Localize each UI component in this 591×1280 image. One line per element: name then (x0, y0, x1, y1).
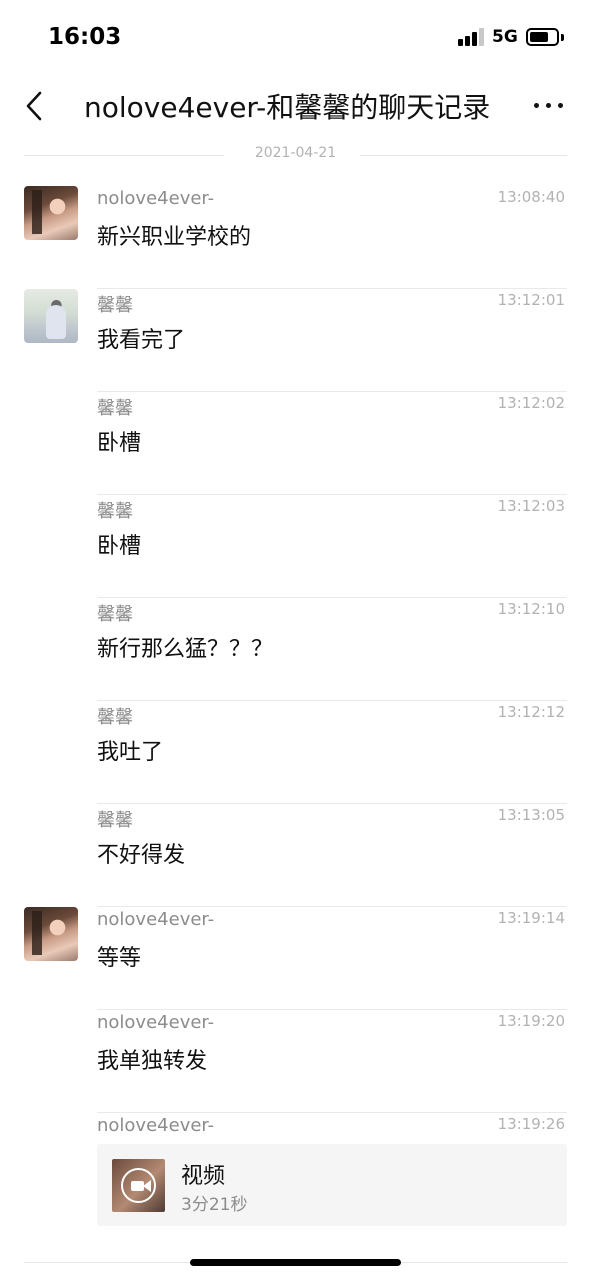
chat-message[interactable]: 馨馨 13:12:01 我看完了 (0, 289, 591, 392)
nav-bar: nolove4ever-和馨馨的聊天记录 (0, 72, 591, 138)
message-time: 13:12:03 (497, 497, 565, 515)
message-text: 卧槽 (97, 431, 142, 456)
chat-message[interactable]: 馨馨 13:12:03 卧槽 (0, 495, 591, 598)
video-title: 视频 (181, 1164, 226, 1189)
sender-name: 馨馨 (97, 604, 133, 625)
sender-name: 馨馨 (97, 810, 133, 831)
message-time: 13:19:14 (497, 909, 565, 927)
video-camera-icon (121, 1168, 156, 1203)
video-duration: 3分21秒 (181, 1195, 248, 1215)
chat-message[interactable]: 馨馨 13:12:10 新行那么猛？？？ (0, 598, 591, 701)
chat-message[interactable]: nolove4ever- 13:19:20 我单独转发 (0, 1010, 591, 1113)
sender-name: 馨馨 (97, 295, 133, 316)
chat-message[interactable]: 馨馨 13:12:02 卧槽 (0, 392, 591, 495)
date-divider: 2021-04-21 (24, 144, 567, 166)
message-text: 我单独转发 (97, 1049, 208, 1074)
message-time: 13:13:05 (497, 806, 565, 824)
date-label: 2021-04-21 (254, 145, 337, 161)
sender-name: 馨馨 (97, 501, 133, 522)
signal-icon (458, 28, 486, 46)
divider-line (360, 155, 567, 156)
message-time: 13:19:20 (497, 1012, 565, 1030)
message-text: 不好得发 (97, 843, 186, 868)
sender-name: nolove4ever- (97, 1115, 215, 1136)
battery-cap (561, 34, 564, 41)
message-time: 13:12:02 (497, 394, 565, 412)
page-title: nolove4ever-和馨馨的聊天记录 (84, 91, 491, 124)
chat-message[interactable]: nolove4ever- 13:08:40 新兴职业学校的 (0, 186, 591, 289)
message-time: 13:12:12 (497, 703, 565, 721)
battery-icon (526, 28, 559, 46)
message-text: 我吐了 (97, 740, 164, 765)
message-time: 13:08:40 (497, 188, 565, 206)
message-text: 我看完了 (97, 328, 186, 353)
avatar[interactable] (24, 186, 78, 240)
avatar[interactable] (24, 907, 78, 961)
message-text: 新行那么猛？？？ (97, 637, 274, 662)
video-thumbnail (112, 1159, 165, 1212)
message-text: 卧槽 (97, 534, 142, 559)
chat-message[interactable]: nolove4ever- 13:19:14 等等 (0, 907, 591, 1010)
back-chevron-icon[interactable] (22, 90, 50, 122)
message-time: 13:12:01 (497, 291, 565, 309)
message-text: 等等 (97, 946, 142, 971)
chat-message[interactable]: nolove4ever- 13:19:26 (0, 1113, 591, 1143)
sender-name: 馨馨 (97, 398, 133, 419)
sender-name: nolove4ever- (97, 188, 215, 209)
avatar[interactable] (24, 289, 78, 343)
sender-name: nolove4ever- (97, 909, 215, 930)
more-options-icon[interactable] (530, 90, 566, 120)
chat-message[interactable]: 馨馨 13:13:05 不好得发 (0, 804, 591, 907)
sender-name: nolove4ever- (97, 1012, 215, 1033)
home-indicator (190, 1259, 401, 1266)
message-text: 新兴职业学校的 (97, 225, 252, 250)
chat-message[interactable]: 馨馨 13:12:12 我吐了 (0, 701, 591, 804)
network-label: 5G (492, 27, 518, 47)
status-bar: 16:03 5G (0, 0, 591, 72)
video-message-card[interactable]: 视频 3分21秒 (97, 1144, 567, 1226)
status-time: 16:03 (48, 24, 122, 50)
message-time: 13:19:26 (497, 1115, 565, 1133)
sender-name: 馨馨 (97, 707, 133, 728)
message-time: 13:12:10 (497, 600, 565, 618)
